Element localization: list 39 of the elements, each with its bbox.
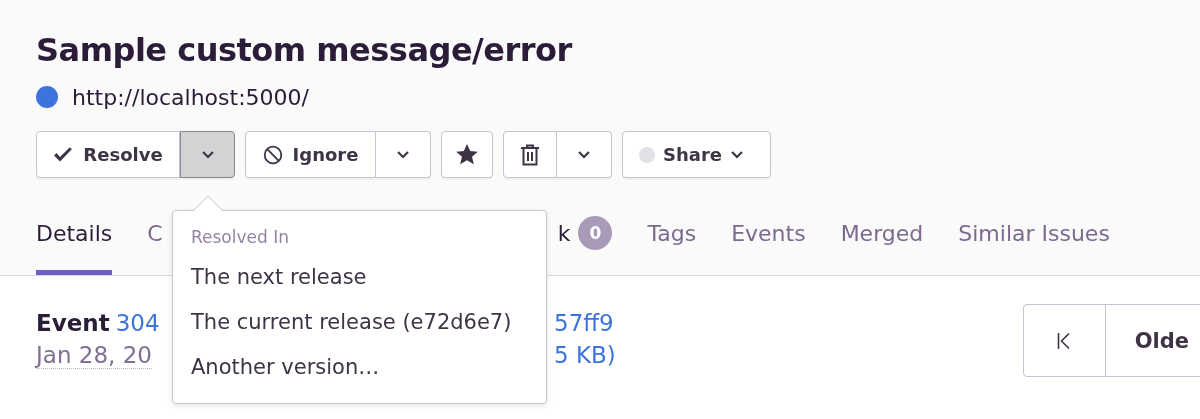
caret-icon bbox=[730, 150, 744, 159]
count-badge: 0 bbox=[578, 216, 613, 250]
caret-icon bbox=[200, 150, 215, 159]
project-url: http://localhost:5000/ bbox=[72, 84, 309, 110]
menu-item[interactable]: The next release bbox=[191, 257, 546, 302]
star-icon bbox=[456, 144, 478, 165]
issue-title: Sample custom message/error bbox=[36, 30, 574, 71]
ignore-button[interactable]: Ignore bbox=[245, 131, 376, 178]
event-size-link[interactable]: 5 KB) bbox=[554, 342, 616, 368]
bookmark-button[interactable] bbox=[441, 131, 493, 178]
menu-item[interactable]: Another version… bbox=[191, 347, 546, 392]
tab[interactable]: Merged bbox=[840, 207, 924, 275]
dropdown-toggle[interactable] bbox=[376, 131, 431, 178]
caret-icon bbox=[396, 150, 410, 159]
event-label: Event bbox=[36, 310, 110, 336]
share-button[interactable]: Share bbox=[622, 131, 771, 178]
circle-icon bbox=[639, 146, 655, 163]
event-hash-link[interactable]: 57ff9 bbox=[554, 310, 616, 336]
dropdown-toggle[interactable] bbox=[180, 131, 235, 178]
trash-icon bbox=[520, 143, 540, 166]
menu-item[interactable]: The current release (e72d6e7) bbox=[191, 302, 546, 347]
tab[interactable]: Details bbox=[36, 207, 113, 275]
tab[interactable]: C bbox=[147, 207, 163, 275]
prohibited-icon bbox=[262, 144, 283, 165]
check-icon bbox=[53, 146, 74, 163]
dropdown-toggle[interactable] bbox=[557, 131, 612, 178]
oldest-button[interactable] bbox=[1022, 304, 1106, 377]
tab[interactable]: Tags bbox=[647, 207, 697, 275]
event-id-link[interactable]: 304 bbox=[115, 310, 160, 336]
event-date: Jan 28, 20 bbox=[36, 342, 152, 369]
tab[interactable]: k 0 bbox=[557, 207, 613, 275]
older-button[interactable]: Olde bbox=[1105, 304, 1200, 377]
tab[interactable]: Similar Issues bbox=[958, 207, 1110, 275]
caret-icon bbox=[577, 150, 591, 159]
resolve-button[interactable]: Resolve bbox=[36, 131, 180, 178]
menu-header: Resolved In bbox=[191, 227, 290, 249]
first-page-icon bbox=[1057, 331, 1072, 350]
tab[interactable]: Events bbox=[731, 207, 806, 275]
delete-button[interactable] bbox=[503, 131, 557, 178]
